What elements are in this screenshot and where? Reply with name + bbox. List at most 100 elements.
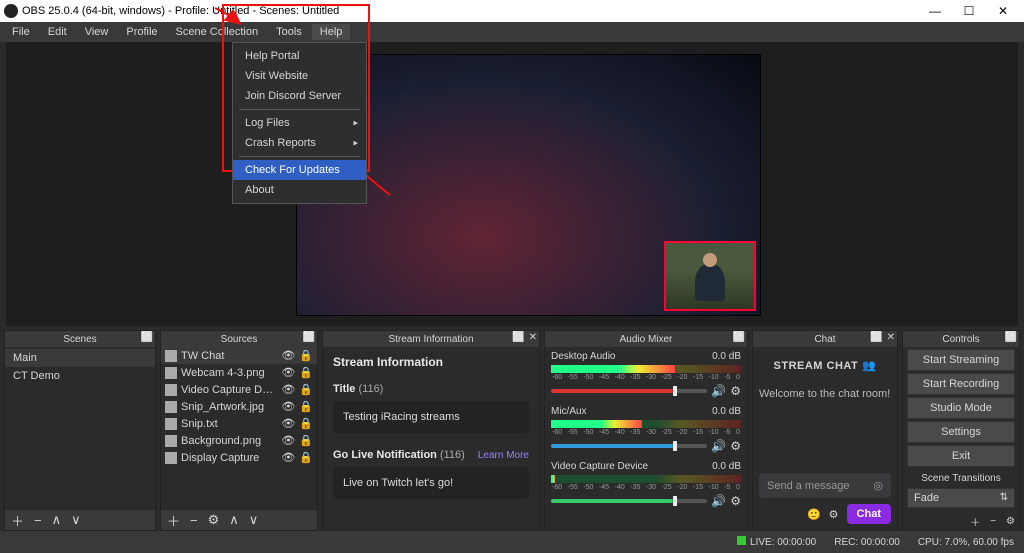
help-item-join-discord[interactable]: Join Discord Server [233,86,366,106]
source-item[interactable]: Display Capture 👁 🔒 [161,449,317,466]
speaker-icon[interactable]: 🔊 [711,384,726,398]
help-item-crash-reports[interactable]: Crash Reports▸ [233,133,366,153]
dock-popout-icon[interactable]: ⬜ [512,332,524,343]
source-item[interactable]: TW Chat👁🔒 [161,347,317,364]
controls-title: Controls [942,334,979,345]
lock-toggle-icon[interactable]: 🔒 [299,400,313,413]
scene-down-button[interactable]: ∨ [71,512,81,528]
help-item-about[interactable]: About [233,180,366,200]
visibility-toggle-icon[interactable]: 👁 [281,434,295,447]
learn-more-link[interactable]: Learn More [478,450,529,461]
add-scene-button[interactable]: ＋ [11,511,24,530]
visibility-toggle-icon[interactable]: 👁 [281,451,295,464]
add-source-button[interactable]: ＋ [167,511,180,530]
close-button[interactable]: ✕ [986,0,1020,22]
live-status-icon [737,536,746,545]
lock-toggle-icon[interactable]: 🔒 [299,451,313,464]
remove-transition-button[interactable]: − [990,516,996,527]
scene-item[interactable]: CT Demo [5,367,155,385]
meter-ticks: -60-55-50-45-40-35-30-25-20-15-10-50 [551,374,741,381]
minimize-button[interactable]: — [918,0,952,22]
menu-help[interactable]: Help [312,24,351,40]
transition-props-button[interactable]: ⚙ [1006,516,1015,527]
webcam-preview[interactable] [664,241,756,311]
studio-mode-button[interactable]: Studio Mode [907,397,1015,419]
volume-slider[interactable] [551,499,707,503]
maximize-button[interactable]: ☐ [952,0,986,22]
title-input[interactable]: Testing iRacing streams [333,401,529,433]
visibility-toggle-icon[interactable]: 👁 [281,366,295,379]
chat-send-button[interactable]: Chat [847,504,891,524]
exit-button[interactable]: Exit [907,445,1015,467]
emoji-icon[interactable]: 🙂 [807,508,821,521]
chevron-right-icon: ▸ [353,138,358,149]
level-meter [551,420,741,428]
visibility-toggle-icon[interactable]: 👁 [281,349,295,362]
dock-popout-icon[interactable]: ⬜ [733,332,745,343]
settings-button[interactable]: Settings [907,421,1015,443]
source-item[interactable]: Snip_Artwork.jpg👁🔒 [161,398,317,415]
source-name: Video Capture Device [181,384,277,396]
source-item[interactable]: Webcam 4-3.png👁🔒 [161,364,317,381]
channel-name: Video Capture Device [551,461,648,472]
chat-settings-icon[interactable]: ⚙ [829,508,839,521]
start-recording-button[interactable]: Start Recording [907,373,1015,395]
transitions-title: Scene Transitions [907,469,1015,486]
menu-separator [239,109,360,110]
people-icon[interactable]: 👥 [862,359,876,372]
help-item-help-portal[interactable]: Help Portal [233,46,366,66]
transition-select[interactable]: Fade ⇅ [907,488,1015,508]
scene-up-button[interactable]: ∧ [52,512,62,528]
menu-file[interactable]: File [4,24,38,40]
add-transition-button[interactable]: ＋ [970,514,980,529]
dock-popout-icon[interactable]: ⬜ [870,332,882,343]
lock-toggle-icon[interactable]: 🔒 [299,383,313,396]
lock-toggle-icon[interactable]: 🔒 [299,417,313,430]
chat-dock: Chat ⬜✕ STREAM CHAT 👥 Welcome to the cha… [752,330,898,531]
help-item-visit-website[interactable]: Visit Website [233,66,366,86]
dock-close-icon[interactable]: ✕ [529,332,537,343]
channel-settings-icon[interactable]: ⚙ [730,439,741,453]
emote-target-icon[interactable]: ◎ [873,479,883,492]
volume-slider[interactable] [551,389,707,393]
lock-toggle-icon[interactable]: 🔒 [299,366,313,379]
source-up-button[interactable]: ∧ [229,512,239,528]
dock-popout-icon[interactable]: ⬜ [141,332,153,343]
dock-close-icon[interactable]: ✕ [887,332,895,343]
menu-edit[interactable]: Edit [40,24,75,40]
dock-popout-icon[interactable]: ⬜ [303,332,315,343]
menu-tools[interactable]: Tools [268,24,310,40]
source-item[interactable]: Snip.txt👁🔒 [161,415,317,432]
start-streaming-button[interactable]: Start Streaming [907,349,1015,371]
dock-popout-icon[interactable]: ⬜ [1005,332,1017,343]
channel-settings-icon[interactable]: ⚙ [730,494,741,508]
source-props-button[interactable]: ⚙ [208,512,220,528]
remove-source-button[interactable]: − [190,513,198,528]
source-down-button[interactable]: ∨ [249,512,259,528]
source-item[interactable]: Video Capture Device 👁 🔒 [161,381,317,398]
source-item[interactable]: Background.png👁🔒 [161,432,317,449]
chat-input[interactable]: Send a message ◎ [759,473,891,498]
lock-toggle-icon[interactable]: 🔒 [299,349,313,362]
speaker-icon[interactable]: 🔊 [711,494,726,508]
golive-input[interactable]: Live on Twitch let's go! [333,467,529,499]
remove-scene-button[interactable]: − [34,513,42,528]
visibility-toggle-icon[interactable]: 👁 [281,383,295,396]
lock-toggle-icon[interactable]: 🔒 [299,434,313,447]
scene-item[interactable]: Main [5,349,155,367]
source-name: Display Capture [181,452,277,464]
volume-slider[interactable] [551,444,707,448]
menu-view[interactable]: View [77,24,117,40]
menu-profile[interactable]: Profile [118,24,165,40]
controls-dock: Controls ⬜ Start Streaming Start Recordi… [902,330,1020,531]
minimize-icon: — [929,4,941,18]
channel-db: 0.0 dB [712,406,741,417]
title-label: Title [333,383,355,395]
channel-settings-icon[interactable]: ⚙ [730,384,741,398]
menu-scene-collection[interactable]: Scene Collection [168,24,267,40]
visibility-toggle-icon[interactable]: 👁 [281,400,295,413]
speaker-icon[interactable]: 🔊 [711,439,726,453]
visibility-toggle-icon[interactable]: 👁 [281,417,295,430]
help-item-check-updates[interactable]: Check For Updates [233,160,366,180]
help-item-log-files[interactable]: Log Files▸ [233,113,366,133]
